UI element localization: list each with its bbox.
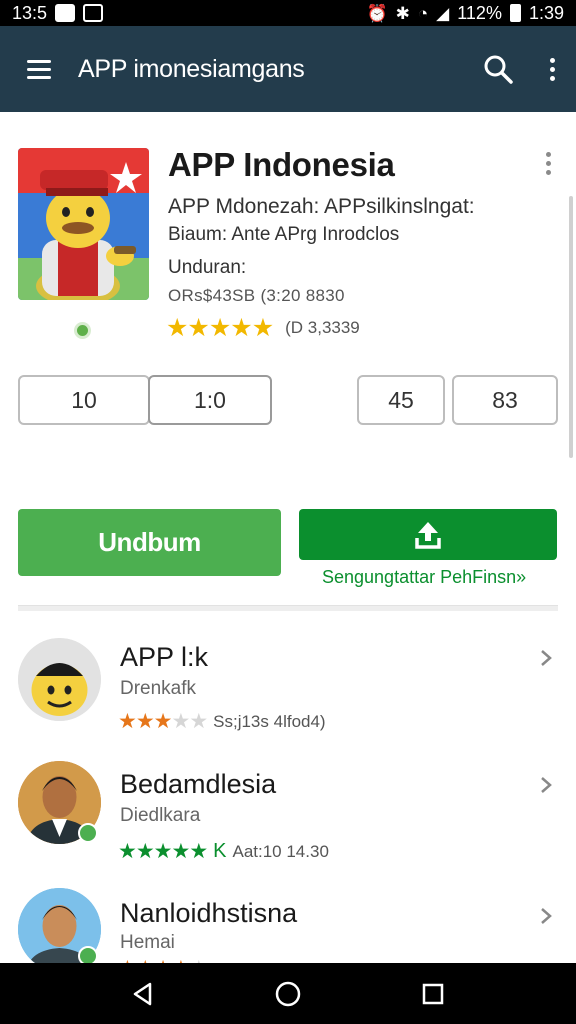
stat-box-3[interactable]: 45 (357, 375, 445, 425)
list-item[interactable]: APP l:k Drenkafk ★★★★★ Ss;j13s 4lfod4) (0, 630, 576, 750)
search-icon (484, 55, 513, 84)
star-filled-icon: ★ (208, 314, 231, 342)
back-triangle-icon (133, 982, 151, 1005)
status-right: ⏰ ✱ ◔ ◢ 112% 1:39 (366, 3, 564, 24)
alarm-icon: ⏰ (366, 3, 388, 23)
star-filled-icon: ★ (135, 840, 155, 863)
rating-count: (D 3,3339 (285, 318, 360, 337)
star-filled-icon: ★ (187, 314, 209, 342)
list-item-rating: ★★★★★ Ss;j13s 4lfod4) (118, 709, 326, 734)
app-description-line1: APP Mdonezah: APPsilkinslngat: (168, 195, 475, 218)
chevron-right-icon[interactable] (536, 646, 556, 670)
more-vert-icon (545, 152, 551, 182)
star-filled-icon: ★ (251, 314, 274, 342)
status-bar: 13:5 ⏰ ✱ ◔ ◢ 112% 1:39 (0, 0, 576, 26)
app-icon-illustration (18, 148, 149, 300)
verified-badge-icon (74, 322, 91, 339)
share-link[interactable]: Sengungtattar PehFinsn» (322, 567, 526, 588)
list-item-rating: ★★★★★ K Aat:10 14.30 (118, 839, 329, 864)
rating-count: Aat:10 14.30 (232, 841, 329, 861)
bluetooth-icon: ✱ (395, 3, 410, 23)
battery-percent: 112% (457, 2, 502, 23)
recents-button[interactable] (403, 963, 463, 1024)
list-item-subtitle: Hemai (120, 932, 175, 953)
status-left: 13:5 (12, 2, 104, 24)
menu-button[interactable] (0, 26, 78, 112)
app-meta: ORs$43SB (3:20 8830 (168, 286, 345, 305)
list-item-title: APP l:k (120, 642, 209, 672)
back-button[interactable] (113, 963, 173, 1024)
star-filled-icon: ★ (230, 314, 252, 342)
install-button[interactable]: Undbum (18, 509, 281, 576)
star-filled-icon: ★ (118, 840, 137, 863)
stat-box-1[interactable]: 10 (18, 375, 150, 425)
wifi-icon: ◔ (417, 3, 429, 23)
list-item-subtitle: Drenkafk (120, 678, 197, 699)
list-item-title: Nanloidhstisna (120, 898, 298, 928)
star-empty-icon: ★ (189, 710, 208, 733)
app-bar-title: APP imonesiamgans (78, 54, 305, 83)
chevron-right-icon[interactable] (536, 773, 556, 797)
star-filled-icon: ★ (153, 710, 173, 733)
more-options-button[interactable] (528, 26, 576, 112)
signal-icon: ◢ (436, 3, 450, 23)
share-upload-icon (415, 521, 441, 549)
rating-stars: ★★★★★ (118, 839, 208, 864)
app-bar: APP imonesiamgans (0, 26, 576, 112)
home-circle-icon (275, 981, 301, 1006)
more-vert-icon (549, 57, 555, 81)
star-filled-icon: ★ (135, 710, 155, 733)
app-developer[interactable]: Unduran: (168, 257, 246, 279)
notification-icon (55, 4, 76, 22)
star-filled-icon: ★ (153, 840, 173, 863)
list-item[interactable]: Bedamdlesia Diedlkara ★★★★★ K Aat:10 14.… (0, 757, 576, 877)
navigation-bar (0, 963, 576, 1024)
star-filled-icon: ★ (118, 710, 137, 733)
avatar (18, 638, 101, 721)
chevron-right-icon[interactable] (536, 904, 556, 928)
search-button[interactable] (468, 26, 528, 112)
notification-icon (83, 4, 104, 22)
battery-icon (509, 4, 521, 22)
scrollbar[interactable] (569, 196, 573, 458)
app-rating: ★★★★★ (D 3,3339 (166, 313, 360, 343)
section-divider (18, 605, 558, 611)
recents-square-icon (423, 983, 444, 1004)
share-button[interactable] (299, 509, 557, 560)
app-icon[interactable] (18, 148, 149, 300)
verified-badge-icon (78, 823, 98, 843)
menu-icon (27, 59, 51, 79)
rating-count: Ss;j13s 4lfod4) (213, 711, 326, 731)
status-time-left: 13:5 (12, 2, 48, 23)
rating-prefix: K (213, 840, 227, 862)
star-filled-icon: ★ (166, 314, 188, 342)
app-title: APP Indonesia (168, 146, 395, 183)
rating-stars: ★★★★★ (118, 709, 208, 734)
stat-box-2[interactable]: 1:0 (148, 375, 272, 425)
home-button[interactable] (258, 963, 318, 1024)
app-more-button[interactable] (536, 152, 560, 182)
star-filled-icon: ★ (171, 840, 190, 863)
list-item-title: Bedamdlesia (120, 769, 277, 799)
star-empty-icon: ★ (171, 710, 190, 733)
status-time-right: 1:39 (528, 2, 564, 23)
rating-stars: ★★★★★ (166, 313, 274, 343)
stat-box-4[interactable]: 83 (452, 375, 558, 425)
app-description-line2: Biaum: Ante APrg Inrodclos (168, 224, 400, 245)
star-filled-icon: ★ (189, 840, 208, 863)
list-item-subtitle: Diedlkara (120, 805, 201, 826)
